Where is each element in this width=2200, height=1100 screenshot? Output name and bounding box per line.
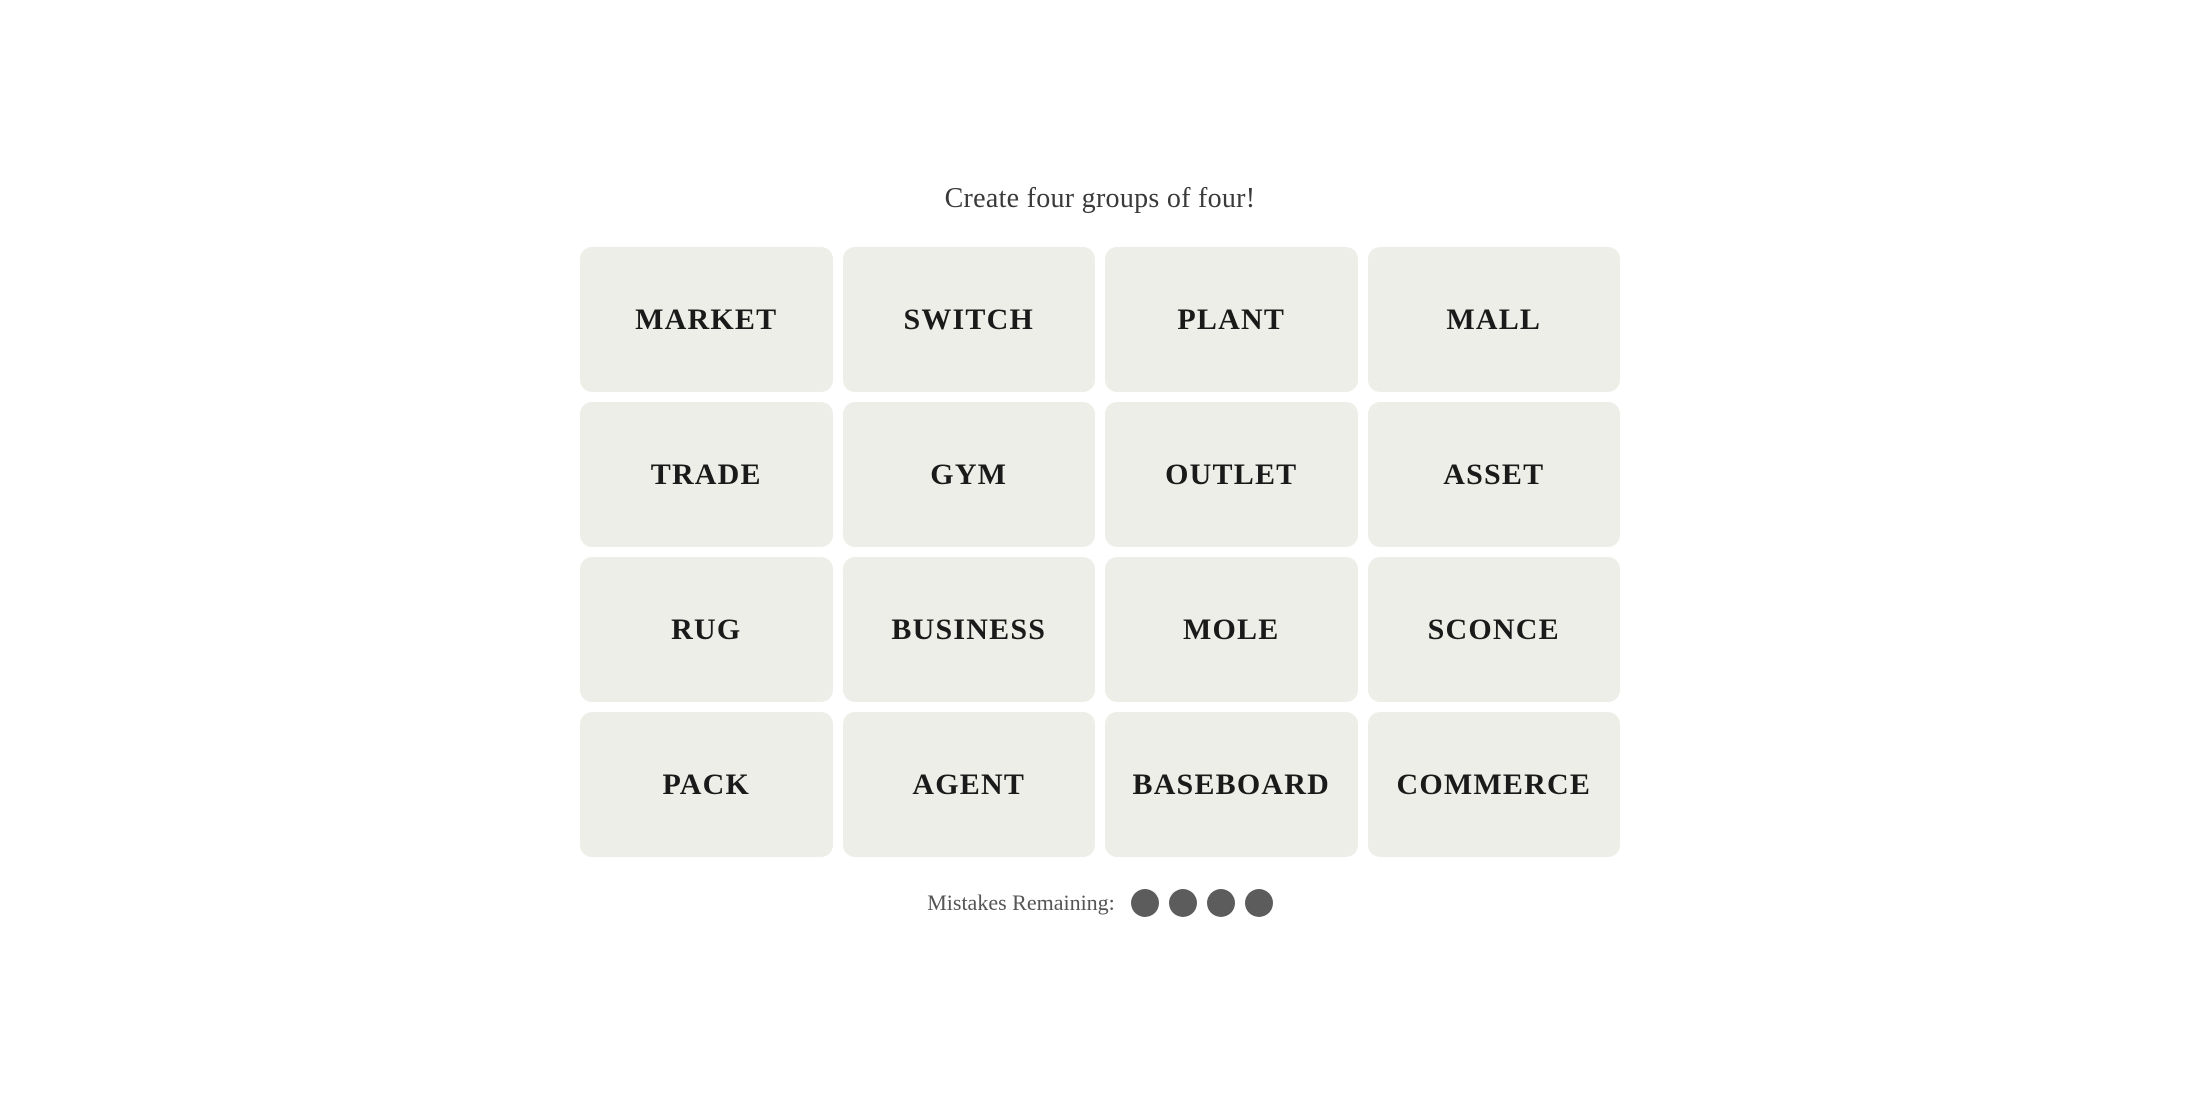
word-text: MOLE [1183,613,1279,647]
word-card-business[interactable]: BUSINESS [843,557,1096,702]
word-text: GYM [930,458,1007,492]
word-text: SCONCE [1428,613,1560,647]
mistake-dot-4 [1245,889,1273,917]
word-card-mole[interactable]: MOLE [1105,557,1358,702]
mistakes-section: Mistakes Remaining: [927,889,1273,917]
word-card-pack[interactable]: PACK [580,712,833,857]
word-text: AGENT [912,768,1025,802]
word-text: PACK [662,768,750,802]
instruction-text: Create four groups of four! [945,183,1256,215]
word-card-switch[interactable]: SWITCH [843,247,1096,392]
word-card-asset[interactable]: ASSET [1368,402,1621,547]
word-card-mall[interactable]: MALL [1368,247,1621,392]
mistakes-dots [1131,889,1273,917]
word-text: RUG [671,613,741,647]
word-text: PLANT [1177,303,1285,337]
word-text: TRADE [651,458,762,492]
word-card-rug[interactable]: RUG [580,557,833,702]
word-text: MALL [1446,303,1541,337]
word-text: BUSINESS [891,613,1046,647]
word-card-sconce[interactable]: SCONCE [1368,557,1621,702]
mistake-dot-3 [1207,889,1235,917]
word-text: MARKET [635,303,777,337]
word-text: ASSET [1443,458,1544,492]
word-card-market[interactable]: MARKET [580,247,833,392]
word-card-gym[interactable]: GYM [843,402,1096,547]
word-card-baseboard[interactable]: BASEBOARD [1105,712,1358,857]
word-grid: MARKET SWITCH PLANT MALL TRADE GYM OUTLET ASSET… [580,247,1620,857]
mistake-dot-1 [1131,889,1159,917]
game-container: Create four groups of four! MARKET SWITCH… [580,183,1620,917]
word-card-outlet[interactable]: OUTLET [1105,402,1358,547]
word-text: SWITCH [903,303,1034,337]
mistake-dot-2 [1169,889,1197,917]
word-text: COMMERCE [1396,768,1591,802]
word-card-plant[interactable]: PLANT [1105,247,1358,392]
mistakes-label: Mistakes Remaining: [927,890,1115,916]
word-text: OUTLET [1165,458,1297,492]
word-card-trade[interactable]: TRADE [580,402,833,547]
word-card-commerce[interactable]: COMMERCE [1368,712,1621,857]
word-text: BASEBOARD [1132,768,1330,802]
word-card-agent[interactable]: AGENT [843,712,1096,857]
